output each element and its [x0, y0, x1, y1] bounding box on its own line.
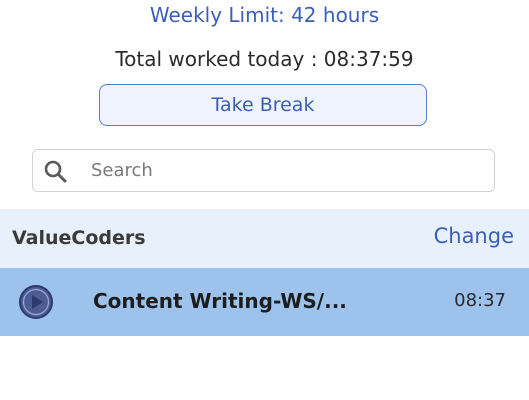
search-box[interactable] — [32, 149, 495, 192]
search-icon — [42, 158, 68, 184]
search-input[interactable] — [91, 160, 471, 181]
project-time: 08:37 — [454, 290, 506, 311]
play-icon[interactable] — [18, 284, 54, 320]
total-worked-today-text: Total worked today : 08:37:59 — [115, 47, 414, 71]
organization-name: ValueCoders — [12, 227, 146, 249]
organization-bar: ValueCoders Change — [0, 209, 529, 268]
project-name: Content Writing-WS/... — [93, 289, 347, 313]
weekly-limit-text: Weekly Limit: 42 hours — [149, 3, 380, 27]
take-break-button[interactable]: Take Break — [99, 84, 427, 126]
change-organization-link[interactable]: Change — [434, 224, 514, 248]
project-row[interactable]: Content Writing-WS/... 08:37 — [0, 268, 529, 336]
time-tracker-panel: Weekly Limit: 42 hours Total worked toda… — [0, 0, 529, 400]
